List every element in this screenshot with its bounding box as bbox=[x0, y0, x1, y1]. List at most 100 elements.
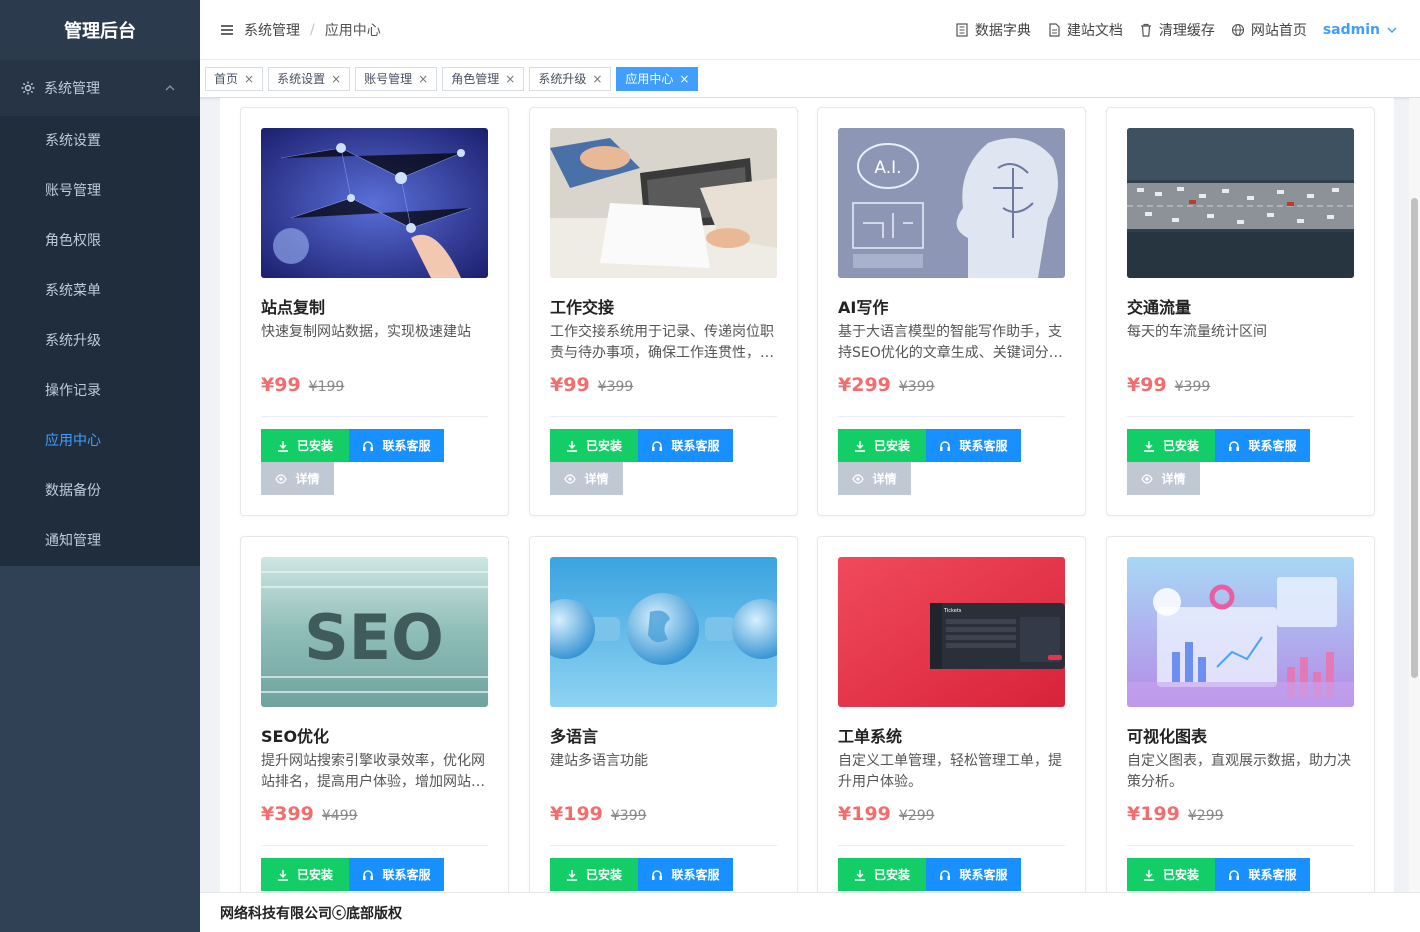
hamburger-icon[interactable] bbox=[220, 23, 234, 37]
close-icon[interactable]: × bbox=[592, 72, 602, 86]
contact-support-button[interactable]: 联系客服 bbox=[926, 858, 1021, 891]
contact-support-button[interactable]: 联系客服 bbox=[926, 429, 1021, 462]
user-menu[interactable]: sadmin bbox=[1323, 22, 1398, 38]
detail-label: 详情 bbox=[872, 472, 897, 486]
breadcrumb-item[interactable]: 系统管理 bbox=[244, 20, 300, 40]
installed-button[interactable]: 已安装 bbox=[550, 429, 638, 462]
chevron-up-icon bbox=[165, 85, 175, 91]
contact-support-button[interactable]: 联系客服 bbox=[638, 429, 733, 462]
contact-label: 联系客服 bbox=[382, 868, 431, 882]
app-description: 自定义图表，直观展示数据，助力决策分析。 bbox=[1127, 753, 1351, 790]
original-price: ¥299 bbox=[898, 808, 935, 824]
app-description: 基于大语言模型的智能写作助手，支持SEO优化的文章生成、关键词分… bbox=[838, 324, 1063, 361]
app-image-ticket-system: Tickets bbox=[838, 557, 1065, 707]
app-description: 每天的车流量统计区间 bbox=[1127, 324, 1267, 340]
close-icon[interactable]: × bbox=[418, 72, 428, 86]
breadcrumb-current: 应用中心 bbox=[324, 22, 381, 39]
close-icon[interactable]: × bbox=[505, 72, 515, 86]
divider bbox=[1127, 416, 1354, 417]
sidebar-item-logs[interactable]: 操作记录 bbox=[0, 366, 200, 416]
app-price: ¥199 ¥299 bbox=[838, 803, 935, 825]
sidebar-item-notifications[interactable]: 通知管理 bbox=[0, 516, 200, 566]
sidebar-item-backup[interactable]: 数据备份 bbox=[0, 466, 200, 516]
app-price: ¥299 ¥399 bbox=[838, 374, 935, 396]
username: sadmin bbox=[1322, 22, 1380, 38]
site-docs-link[interactable]: 建站文档 bbox=[1047, 20, 1123, 40]
app-card: 站点复制 快速复制网站数据，实现极速建站 ¥99 ¥199 已安装 联系客服 详情 bbox=[240, 107, 509, 516]
ai-label: A.I. bbox=[874, 158, 901, 178]
content-scrollbar[interactable] bbox=[1409, 98, 1420, 892]
download-icon bbox=[277, 869, 288, 881]
contact-label: 联系客服 bbox=[671, 868, 720, 882]
original-price: ¥199 bbox=[308, 379, 345, 395]
globe-icon bbox=[1231, 23, 1244, 37]
document-icon bbox=[1049, 23, 1060, 37]
tag-system-settings[interactable]: 系统设置 × bbox=[268, 66, 351, 91]
headset-icon bbox=[652, 440, 663, 451]
installed-button[interactable]: 已安装 bbox=[838, 858, 926, 891]
scrollbar-thumb[interactable] bbox=[1411, 198, 1418, 678]
website-home-link[interactable]: 网站首页 bbox=[1231, 20, 1307, 40]
current-price: ¥399 bbox=[261, 803, 314, 825]
contact-support-button[interactable]: 联系客服 bbox=[349, 429, 444, 462]
sidebar-item-app-center[interactable]: 应用中心 bbox=[0, 416, 200, 466]
detail-label: 详情 bbox=[1161, 472, 1186, 486]
app-card: 交通流量 每天的车流量统计区间 ¥99 ¥399 已安装 联系客服 详情 bbox=[1106, 107, 1375, 516]
tickets-label: Tickets bbox=[943, 608, 962, 614]
sidebar-item-system-settings[interactable]: 系统设置 bbox=[0, 116, 200, 166]
sidebar-item-upgrade[interactable]: 系统升级 bbox=[0, 316, 200, 366]
tag-home[interactable]: 首页 × bbox=[205, 66, 264, 91]
data-dictionary-link[interactable]: 数据字典 bbox=[955, 20, 1031, 40]
original-price: ¥399 bbox=[898, 379, 935, 395]
tag-roles[interactable]: 角色管理 × bbox=[442, 66, 525, 91]
eye-icon bbox=[564, 473, 577, 484]
detail-button[interactable]: 详情 bbox=[1127, 462, 1200, 495]
current-price: ¥99 bbox=[550, 374, 590, 396]
download-icon bbox=[854, 440, 865, 452]
app-price: ¥99 ¥199 bbox=[261, 374, 344, 396]
close-icon[interactable]: × bbox=[679, 72, 689, 86]
contact-support-button[interactable]: 联系客服 bbox=[1215, 858, 1310, 891]
sidebar-item-menus[interactable]: 系统菜单 bbox=[0, 266, 200, 316]
app-description: 提升网站搜索引擎收录效率，优化网站排名，提高用户体验，增加网站… bbox=[261, 753, 485, 790]
close-icon[interactable]: × bbox=[331, 72, 341, 86]
installed-button[interactable]: 已安装 bbox=[550, 858, 638, 891]
app-title: 工单系统 bbox=[838, 727, 903, 746]
contact-support-button[interactable]: 联系客服 bbox=[638, 858, 733, 891]
detail-button[interactable]: 详情 bbox=[261, 462, 334, 495]
divider bbox=[261, 845, 488, 846]
detail-label: 详情 bbox=[295, 472, 320, 486]
detail-button[interactable]: 详情 bbox=[838, 462, 911, 495]
clear-cache-link[interactable]: 清理缓存 bbox=[1139, 20, 1215, 40]
app-title: 站点复制 bbox=[261, 298, 326, 317]
sidebar-item-roles[interactable]: 角色权限 bbox=[0, 216, 200, 266]
app-card: A.I. AI写作 基于大语言模型的智能写作助手，支持SEO优化的文章生成、关键… bbox=[817, 107, 1086, 516]
contact-support-button[interactable]: 联系客服 bbox=[1215, 429, 1310, 462]
contact-label: 联系客服 bbox=[671, 439, 720, 453]
detail-button[interactable]: 详情 bbox=[550, 462, 623, 495]
tag-label: 系统升级 bbox=[538, 72, 587, 86]
installed-button[interactable]: 已安装 bbox=[261, 858, 349, 891]
installed-label: 已安装 bbox=[585, 868, 622, 882]
headset-icon bbox=[363, 440, 374, 451]
contact-support-button[interactable]: 联系客服 bbox=[349, 858, 444, 891]
installed-label: 已安装 bbox=[1162, 868, 1199, 882]
sidebar: 管理后台 系统管理 系统设置 账号管理 角色权限 系统菜单 系统升级 操作记录 … bbox=[0, 0, 200, 932]
sidebar-item-accounts[interactable]: 账号管理 bbox=[0, 166, 200, 216]
installed-button[interactable]: 已安装 bbox=[838, 429, 926, 462]
app-image-visual-charts bbox=[1127, 557, 1354, 707]
eye-icon bbox=[1141, 473, 1154, 484]
tag-upgrade[interactable]: 系统升级 × bbox=[529, 66, 612, 91]
eye-icon bbox=[275, 473, 288, 484]
app-card: 工作交接 工作交接系统用于记录、传递岗位职责与待办事项，确保工作连贯性，… ¥9… bbox=[529, 107, 798, 516]
installed-button[interactable]: 已安装 bbox=[261, 429, 349, 462]
installed-button[interactable]: 已安装 bbox=[1127, 429, 1215, 462]
tag-accounts[interactable]: 账号管理 × bbox=[355, 66, 438, 91]
menu-system-management[interactable]: 系统管理 bbox=[0, 60, 200, 116]
app-image-traffic bbox=[1127, 128, 1354, 278]
installed-button[interactable]: 已安装 bbox=[1127, 858, 1215, 891]
close-icon[interactable]: × bbox=[244, 72, 254, 86]
app-price: ¥199 ¥399 bbox=[550, 803, 647, 825]
tag-app-center[interactable]: 应用中心 × bbox=[616, 66, 699, 91]
app-description: 工作交接系统用于记录、传递岗位职责与待办事项，确保工作连贯性，… bbox=[550, 324, 774, 361]
